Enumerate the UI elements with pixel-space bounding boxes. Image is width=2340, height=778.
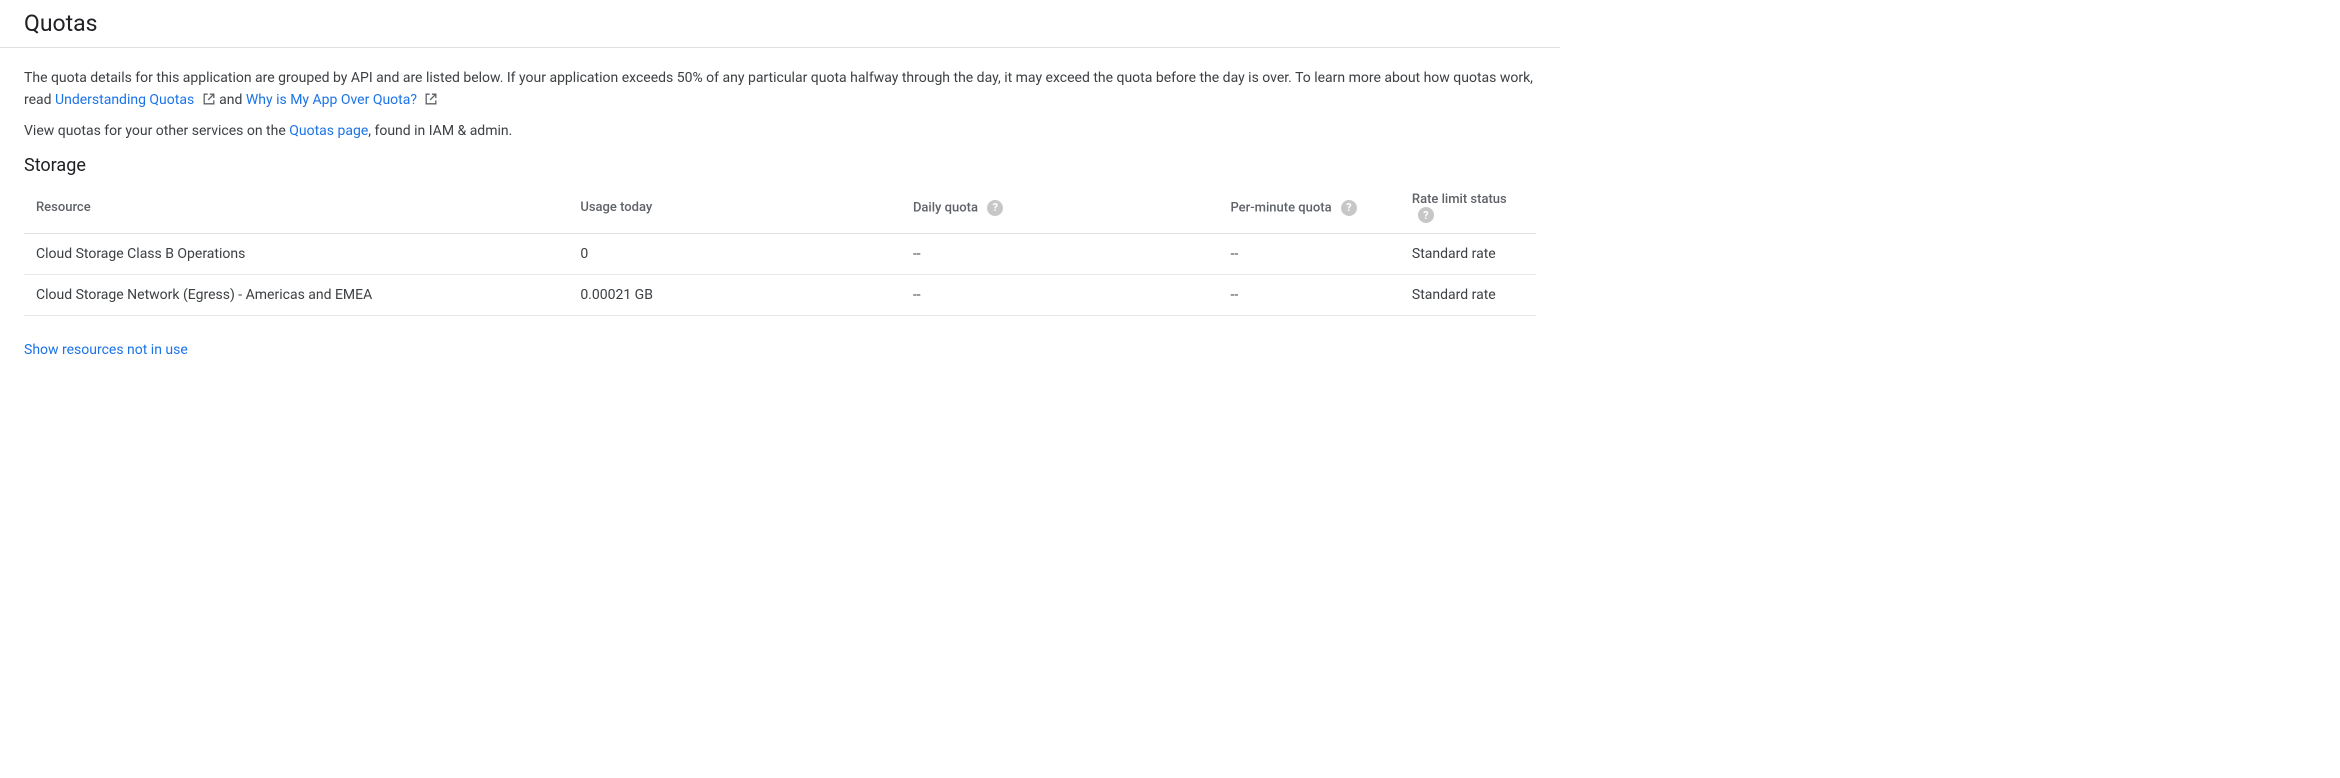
table-row: Cloud Storage Network (Egress) - America… (24, 275, 1536, 316)
table-row: Cloud Storage Class B Operations 0 -- --… (24, 234, 1536, 275)
header-label: Daily quota (913, 200, 978, 215)
link-text: Why is My App Over Quota? (246, 92, 417, 108)
help-icon[interactable]: ? (1341, 200, 1357, 216)
storage-quotas-table: Resource Usage today Daily quota ? Per-m… (24, 182, 1536, 316)
help-icon[interactable]: ? (987, 200, 1003, 216)
cell-status: Standard rate (1400, 275, 1536, 316)
link-text: Understanding Quotas (55, 92, 194, 108)
link-text: Show resources not in use (24, 342, 188, 358)
cell-usage: 0.00021 GB (568, 275, 901, 316)
cell-usage: 0 (568, 234, 901, 275)
intro-text-2: and (219, 92, 246, 108)
cell-daily: -- (901, 275, 1219, 316)
storage-section-title: Storage (24, 155, 1536, 176)
show-resources-not-in-use-link[interactable]: Show resources not in use (24, 342, 188, 358)
header-label: Usage today (580, 200, 652, 215)
column-header-resource: Resource (24, 182, 568, 234)
help-icon[interactable]: ? (1418, 207, 1434, 223)
header-label: Per-minute quota (1230, 200, 1331, 215)
external-link-icon (202, 92, 216, 106)
cell-per-minute: -- (1218, 275, 1399, 316)
cell-status: Standard rate (1400, 234, 1536, 275)
intro-text-3: View quotas for your other services on t… (24, 123, 289, 139)
header-label: Rate limit status (1412, 192, 1507, 207)
column-header-per-minute: Per-minute quota ? (1218, 182, 1399, 234)
column-header-usage: Usage today (568, 182, 901, 234)
why-over-quota-link[interactable]: Why is My App Over Quota? (246, 92, 421, 108)
cell-resource: Cloud Storage Class B Operations (24, 234, 568, 275)
understanding-quotas-link[interactable]: Understanding Quotas (55, 92, 198, 108)
intro-text-4: , found in IAM & admin. (368, 123, 512, 139)
column-header-daily: Daily quota ? (901, 182, 1219, 234)
intro-paragraph-2: View quotas for your other services on t… (24, 121, 1536, 143)
header-label: Resource (36, 200, 91, 215)
intro-paragraph-1: The quota details for this application a… (24, 68, 1536, 111)
cell-per-minute: -- (1218, 234, 1399, 275)
cell-daily: -- (901, 234, 1219, 275)
column-header-status: Rate limit status ? (1400, 182, 1536, 234)
external-link-icon (424, 92, 438, 106)
link-text: Quotas page (289, 123, 368, 139)
quotas-page-link[interactable]: Quotas page (289, 123, 368, 139)
cell-resource: Cloud Storage Network (Egress) - America… (24, 275, 568, 316)
page-title: Quotas (24, 10, 98, 37)
